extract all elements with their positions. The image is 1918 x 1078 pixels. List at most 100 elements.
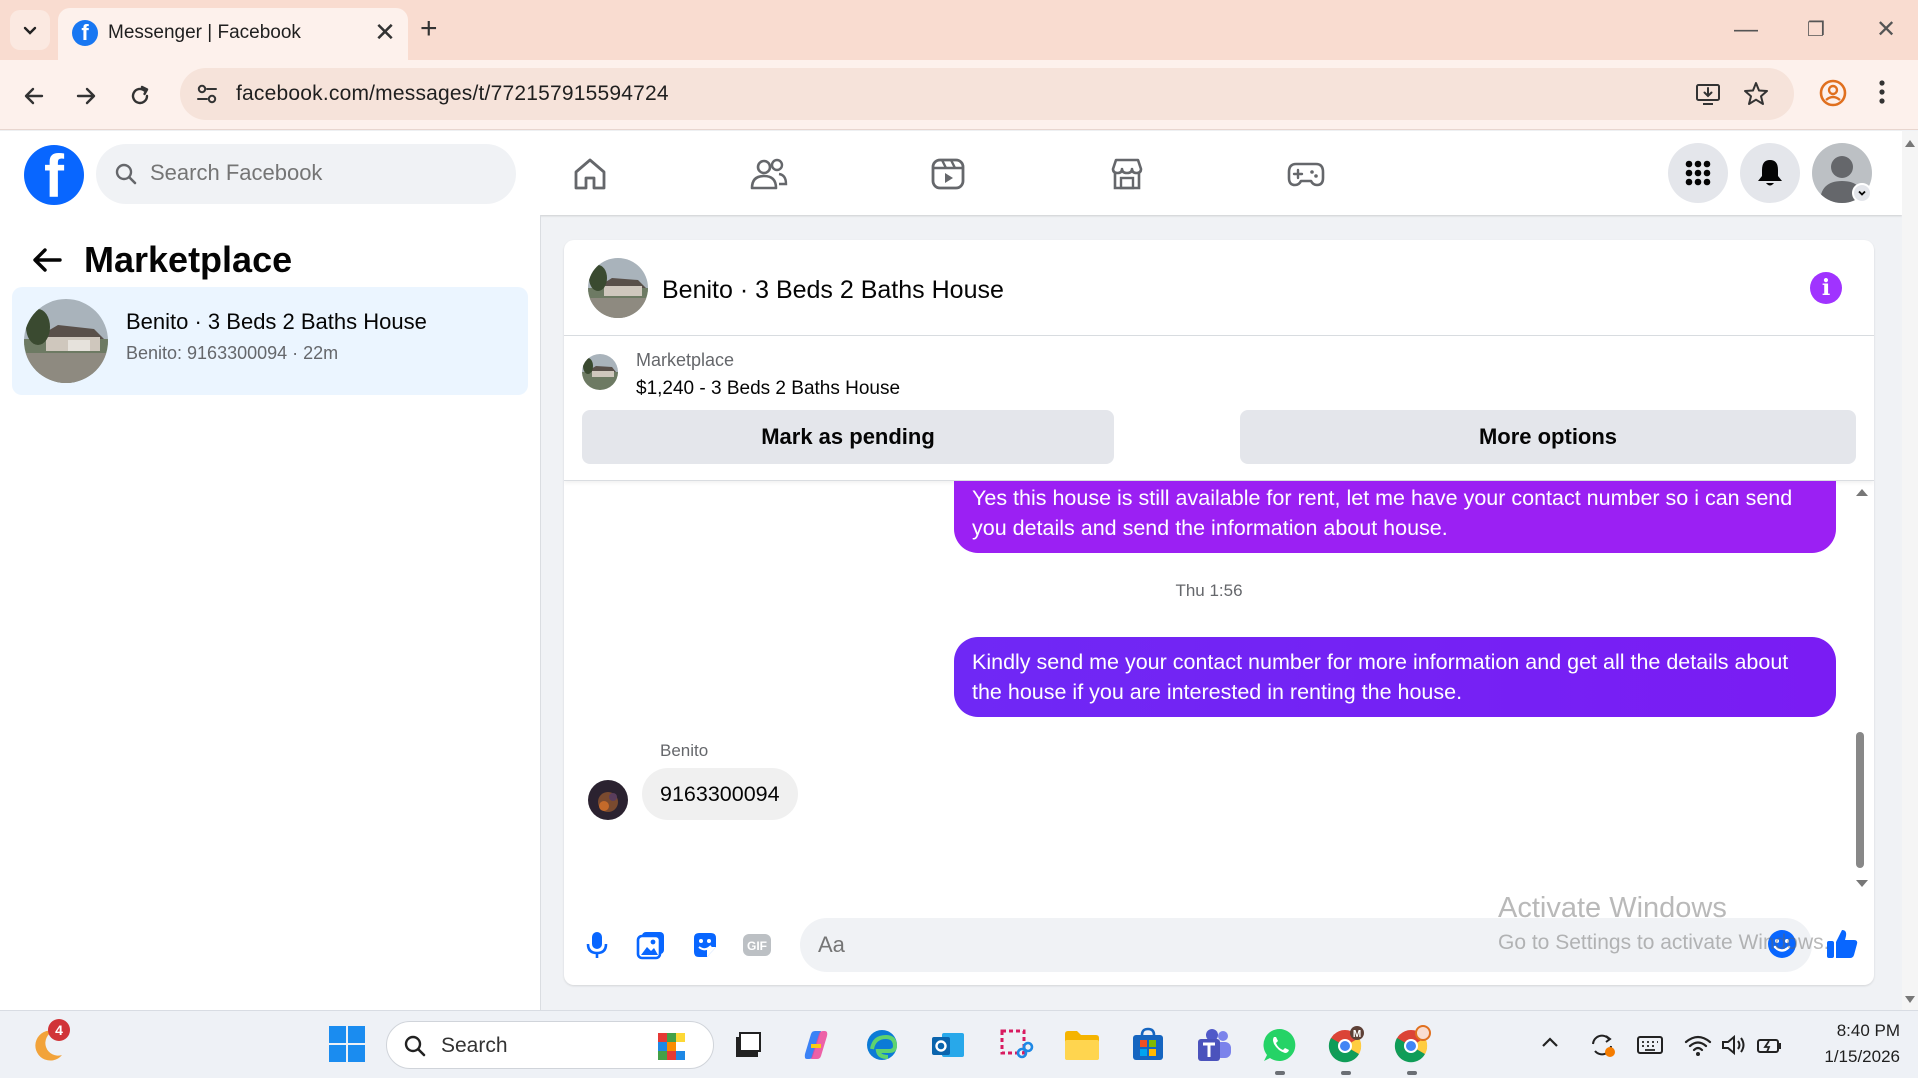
voice-clip-button[interactable] (580, 928, 614, 962)
grid-menu-icon (1685, 160, 1711, 186)
nav-marketplace[interactable] (1102, 149, 1152, 199)
friends-icon (750, 158, 788, 190)
tab-search-dropdown-button[interactable] (10, 10, 50, 50)
chevron-down-icon (1858, 190, 1866, 196)
account-menu-caret[interactable] (1852, 183, 1872, 203)
nav-friends[interactable] (744, 149, 794, 199)
outgoing-message: Yes this house is still available for re… (954, 481, 1836, 553)
tray-wifi[interactable] (1684, 1031, 1712, 1059)
listing-price-title[interactable]: $1,240 - 3 Beds 2 Baths House (636, 378, 900, 400)
nav-video[interactable] (923, 149, 973, 199)
taskbar-edge[interactable] (860, 1023, 904, 1067)
sync-icon (1592, 1034, 1615, 1057)
conversation-title: Benito · 3 Beds 2 Baths House (126, 309, 427, 334)
thread-scrollbar-thumb[interactable] (1856, 732, 1864, 868)
marketplace-icon (1111, 158, 1143, 190)
tab-close-button[interactable]: ✕ (370, 18, 400, 48)
taskbar-search-label: Search (441, 1034, 508, 1057)
tray-sync[interactable] (1588, 1031, 1616, 1059)
taskbar-file-explorer[interactable] (1060, 1023, 1104, 1067)
chat-header-avatar[interactable] (588, 258, 648, 318)
favicon-letter: f (81, 20, 89, 45)
outgoing-message: Kindly send me your contact number for m… (954, 637, 1836, 717)
browser-tab-active[interactable]: f Messenger | Facebook ✕ (58, 8, 408, 60)
conversation-info-icon[interactable]: i (1810, 272, 1842, 304)
nav-home[interactable] (565, 149, 615, 199)
taskbar-snipping-tool[interactable] (994, 1023, 1038, 1067)
message-thread[interactable]: Yes this house is still available for re… (564, 481, 1874, 906)
mark-as-pending-button[interactable]: Mark as pending (582, 410, 1114, 464)
copilot-icon (804, 1031, 828, 1059)
nav-gaming[interactable] (1281, 149, 1331, 199)
reload-button[interactable] (120, 76, 160, 116)
tray-volume[interactable] (1720, 1031, 1748, 1059)
address-bar[interactable]: facebook.com/messages/t/772157915594724 (180, 68, 1794, 120)
watermark-subtitle: Go to Settings to activate Windows. (1498, 931, 1830, 954)
forward-button[interactable] (66, 76, 106, 116)
marketplace-inbox-panel: Marketplace Benito · 3 Beds 2 Baths Hous… (0, 215, 541, 1010)
back-button[interactable] (14, 76, 54, 116)
clock-time[interactable]: 8:40 PM (1790, 1021, 1900, 1041)
start-button[interactable] (328, 1025, 366, 1063)
facebook-search-box[interactable] (96, 144, 516, 204)
sender-avatar[interactable] (588, 780, 628, 820)
browser-toolbar: facebook.com/messages/t/772157915594724 (0, 60, 1918, 130)
taskbar-chrome-profile-2[interactable] (1390, 1023, 1434, 1075)
taskbar-chrome-profile-1[interactable]: M (1324, 1023, 1368, 1075)
browser-menu-button[interactable] (1876, 76, 1888, 108)
tray-battery[interactable] (1756, 1031, 1784, 1059)
tray-keyboard[interactable] (1636, 1031, 1664, 1059)
taskbar-task-view[interactable] (726, 1023, 770, 1067)
photo-icon (636, 932, 664, 960)
window-restore-button[interactable]: ❐ (1794, 12, 1838, 48)
chevron-up-icon (1542, 1037, 1558, 1047)
new-tab-button[interactable]: + (420, 14, 438, 44)
taskbar-whatsapp[interactable] (1258, 1023, 1302, 1075)
facebook-favicon-icon: f (72, 20, 98, 46)
site-settings-icon[interactable] (194, 81, 220, 107)
bookmark-star-icon[interactable] (1742, 80, 1770, 108)
window-close-button[interactable]: ✕ (1864, 12, 1908, 48)
attach-photo-button[interactable] (634, 928, 668, 962)
search-highlight-icon (655, 1030, 689, 1064)
taskbar-search-box[interactable]: Search (386, 1021, 714, 1069)
windows-logo-icon (329, 1026, 365, 1062)
conversation-list-item[interactable]: Benito · 3 Beds 2 Baths House Benito: 91… (12, 287, 528, 395)
search-icon (403, 1034, 427, 1058)
incoming-message: 9163300094 (642, 768, 798, 820)
chat-header: Benito · 3 Beds 2 Baths House i (564, 240, 1874, 336)
keyboard-icon (1637, 1036, 1663, 1054)
taskbar-outlook[interactable] (926, 1023, 970, 1067)
scroll-down-arrow-icon[interactable] (1902, 994, 1918, 1006)
scroll-up-arrow-icon[interactable] (1902, 137, 1918, 149)
chat-title[interactable]: Benito · 3 Beds 2 Baths House (662, 276, 1004, 305)
page-scrollbar[interactable] (1902, 131, 1918, 1010)
gif-button[interactable]: GIF (740, 928, 774, 962)
facebook-search-input[interactable] (150, 160, 490, 186)
thread-scroll-down-arrow[interactable] (1854, 878, 1870, 890)
browser-profile-button[interactable] (1818, 78, 1848, 108)
arrow-left-icon (24, 87, 44, 105)
browser-tab-strip: f Messenger | Facebook ✕ + — ❐ ✕ (0, 0, 1918, 60)
url-text[interactable]: facebook.com/messages/t/772157915594724 (236, 82, 669, 106)
taskbar-teams[interactable] (1192, 1023, 1236, 1067)
back-arrow-button[interactable] (30, 245, 64, 275)
profile-icon (1819, 79, 1847, 107)
svg-text:M: M (1353, 1029, 1361, 1040)
thread-scroll-up-arrow[interactable] (1854, 486, 1870, 498)
notification-badge: 4 (48, 1019, 70, 1041)
chrome-icon: M (1328, 1026, 1364, 1063)
sticker-button[interactable] (688, 928, 722, 962)
more-vertical-icon (1879, 80, 1885, 104)
notifications-button[interactable] (1740, 143, 1800, 203)
taskbar-microsoft-store[interactable] (1126, 1023, 1170, 1067)
taskbar-copilot[interactable] (794, 1023, 838, 1067)
home-icon (574, 158, 606, 190)
window-minimize-button[interactable]: — (1724, 12, 1768, 48)
more-options-button[interactable]: More options (1240, 410, 1856, 464)
install-app-icon[interactable] (1694, 80, 1722, 108)
menu-button[interactable] (1668, 143, 1728, 203)
facebook-logo[interactable]: f (24, 145, 84, 205)
show-hidden-icons-button[interactable] (1540, 1033, 1560, 1053)
clock-date[interactable]: 1/15/2026 (1790, 1047, 1900, 1067)
